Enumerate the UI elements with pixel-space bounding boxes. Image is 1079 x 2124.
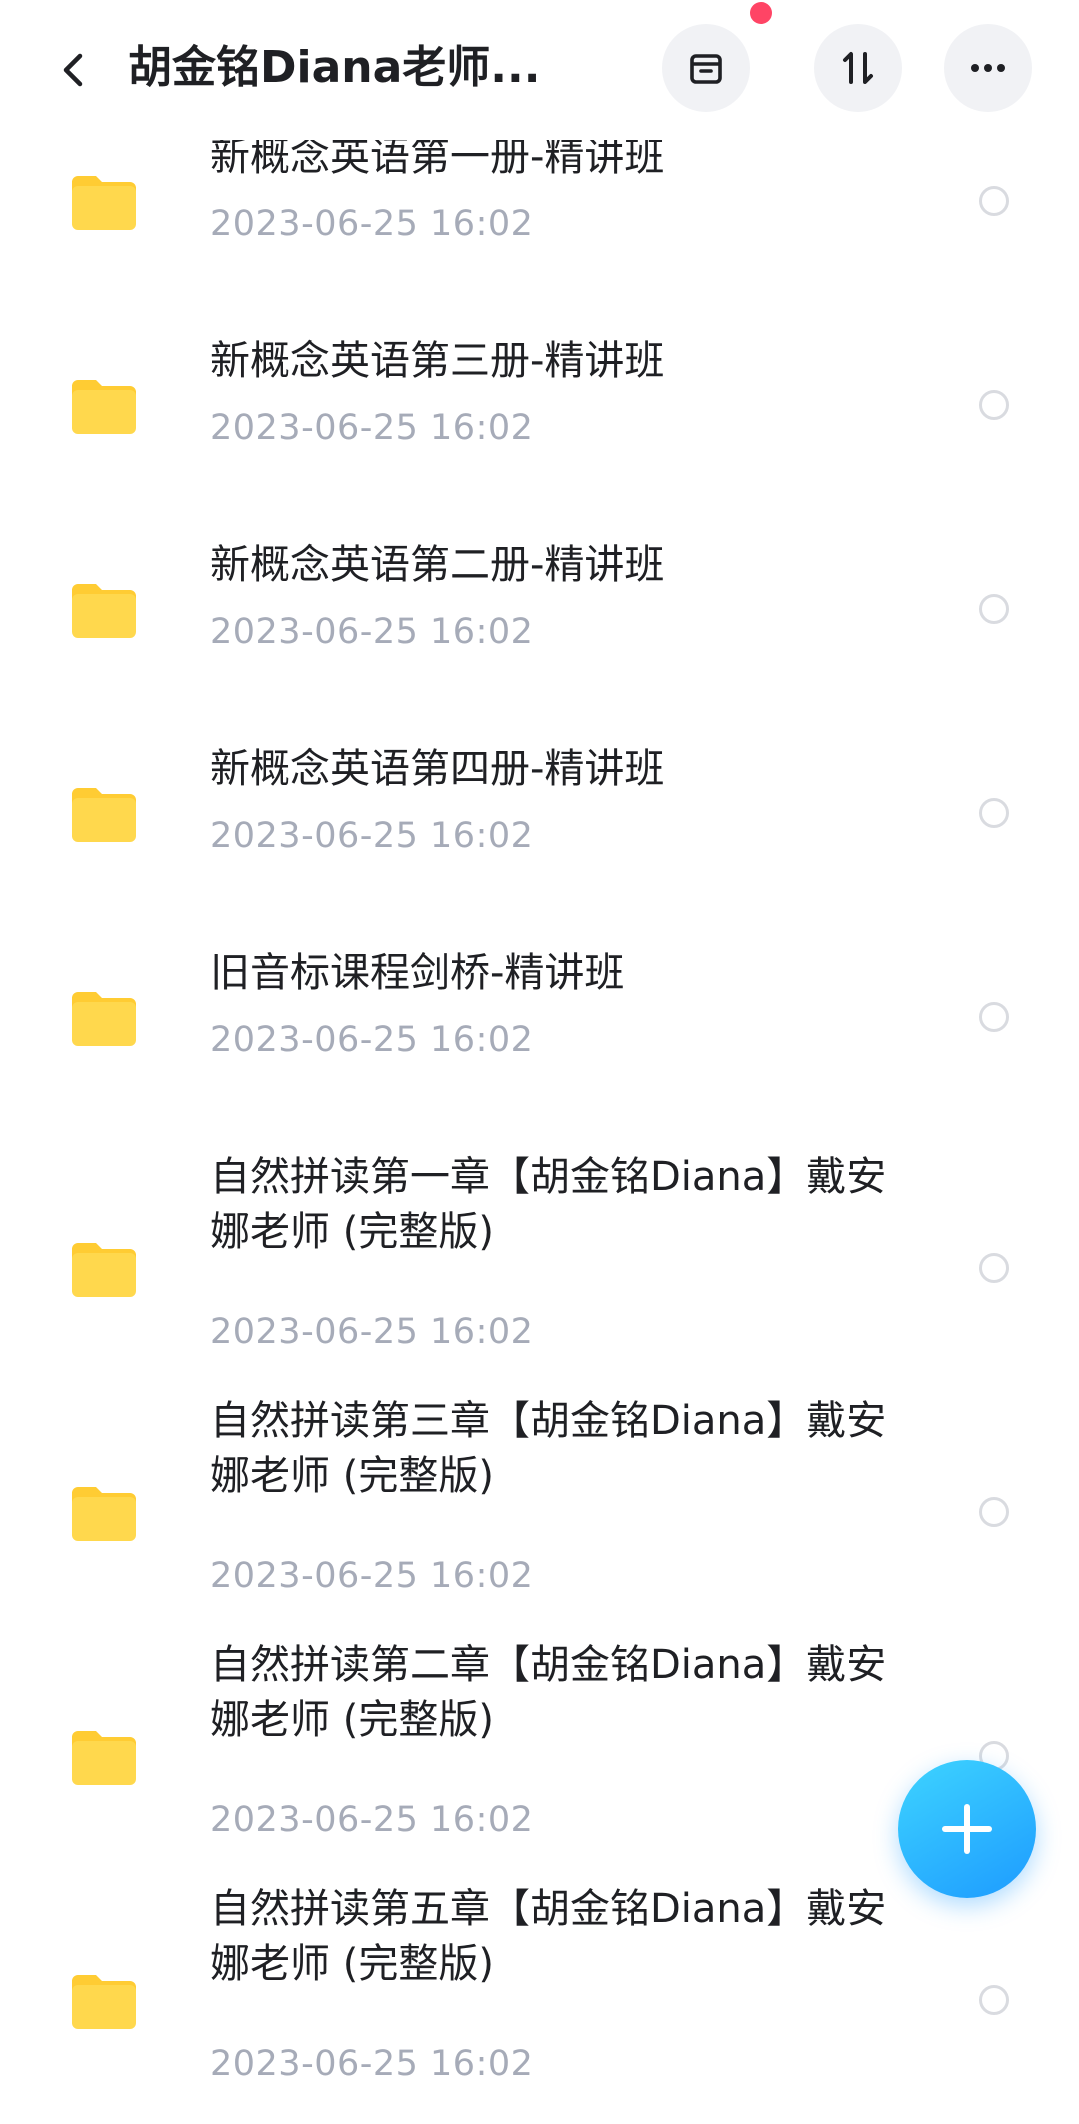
back-button[interactable] — [44, 40, 104, 100]
folder-name-line: 自然拼读第一章【胡金铭Diana】戴安 — [210, 1154, 887, 1200]
folder-name: 自然拼读第五章【胡金铭Diana】戴安 娜老师 (完整版) — [210, 1882, 910, 1992]
folder-icon — [72, 1975, 136, 2029]
select-radio[interactable] — [979, 594, 1009, 624]
archive-box-icon — [690, 54, 722, 84]
folder-icon — [72, 992, 136, 1046]
folder-icon — [72, 584, 136, 638]
folder-date: 2023-06-25 16:02 — [210, 1800, 534, 1840]
select-radio[interactable] — [979, 1985, 1009, 2015]
folder-name-line: 自然拼读第二章【胡金铭Diana】戴安 — [210, 1642, 887, 1688]
folder-name-line: 新概念英语第四册-精讲班 — [210, 746, 665, 792]
folder-name-line: 自然拼读第三章【胡金铭Diana】戴安 — [210, 1398, 887, 1444]
folder-name-line: 娜老师 (完整版) — [210, 1453, 494, 1499]
folder-icon — [72, 1243, 136, 1297]
sort-arrows-icon — [843, 52, 873, 84]
folder-date: 2023-06-25 16:02 — [210, 1312, 534, 1352]
folder-row[interactable]: 新概念英语第四册-精讲班 2023-06-25 16:02 — [0, 740, 1079, 944]
page-title: 胡金铭Diana老师... — [128, 42, 541, 93]
folder-row[interactable]: 自然拼读第一章【胡金铭Diana】戴安 娜老师 (完整版) 2023-06-25 1… — [0, 1148, 1079, 1392]
folder-row[interactable]: 自然拼读第三章【胡金铭Diana】戴安 娜老师 (完整版) 2023-06-25 1… — [0, 1392, 1079, 1636]
notification-dot — [750, 2, 772, 24]
folder-icon — [72, 788, 136, 842]
folder-icon — [72, 380, 136, 434]
folder-name: 自然拼读第二章【胡金铭Diana】戴安 娜老师 (完整版) — [210, 1638, 910, 1748]
folder-date: 2023-06-25 16:02 — [210, 1556, 534, 1596]
folder-name-line: 自然拼读第五章【胡金铭Diana】戴安 — [210, 1886, 887, 1932]
folder-date: 2023-06-25 16:02 — [210, 816, 534, 856]
folder-name-line: 娜老师 (完整版) — [210, 1209, 494, 1255]
folder-name: 自然拼读第一章【胡金铭Diana】戴安 娜老师 (完整版) — [210, 1150, 910, 1260]
folder-row[interactable]: 旧音标课程剑桥-精讲班 2023-06-25 16:02 — [0, 944, 1079, 1148]
more-dots-icon — [971, 64, 1005, 72]
folder-icon — [72, 1731, 136, 1785]
folder-name-line: 娜老师 (完整版) — [210, 1697, 494, 1743]
folder-date: 2023-06-25 16:02 — [210, 204, 534, 244]
folder-name: 旧音标课程剑桥-精讲班 — [210, 946, 910, 1001]
folder-row[interactable]: 新概念英语第三册-精讲班 2023-06-25 16:02 — [0, 332, 1079, 536]
folder-name-line: 旧音标课程剑桥-精讲班 — [210, 950, 625, 996]
folder-date: 2023-06-25 16:02 — [210, 1020, 534, 1060]
select-radio[interactable] — [979, 1497, 1009, 1527]
select-radio[interactable] — [979, 390, 1009, 420]
folder-name-line: 新概念英语第三册-精讲班 — [210, 338, 665, 384]
top-bar: 胡金铭Diana老师... — [0, 0, 1079, 140]
add-button[interactable] — [898, 1760, 1036, 1898]
folder-name-line: 娜老师 (完整版) — [210, 1941, 494, 1987]
folder-icon — [72, 176, 136, 230]
select-radio[interactable] — [979, 186, 1009, 216]
folder-row[interactable]: 新概念英语第一册-精讲班 2023-06-25 16:02 — [0, 128, 1079, 332]
select-radio[interactable] — [979, 798, 1009, 828]
more-button[interactable] — [944, 24, 1032, 112]
folder-name: 新概念英语第二册-精讲班 — [210, 538, 910, 593]
folder-date: 2023-06-25 16:02 — [210, 2044, 534, 2084]
plus-icon — [942, 1804, 992, 1854]
folder-row[interactable]: 新概念英语第二册-精讲班 2023-06-25 16:02 — [0, 536, 1079, 740]
folder-name-line: 新概念英语第二册-精讲班 — [210, 542, 665, 588]
folder-date: 2023-06-25 16:02 — [210, 612, 534, 652]
sort-button[interactable] — [814, 24, 902, 112]
folder-date: 2023-06-25 16:02 — [210, 408, 534, 448]
folder-name: 新概念英语第四册-精讲班 — [210, 742, 910, 797]
folder-name: 新概念英语第三册-精讲班 — [210, 334, 910, 389]
archive-button[interactable] — [662, 24, 750, 112]
select-radio[interactable] — [979, 1002, 1009, 1032]
back-chevron-icon — [63, 53, 83, 87]
select-radio[interactable] — [979, 1253, 1009, 1283]
folder-row[interactable]: 自然拼读第五章【胡金铭Diana】戴安 娜老师 (完整版) 2023-06-25 1… — [0, 1880, 1079, 2124]
folder-name: 自然拼读第三章【胡金铭Diana】戴安 娜老师 (完整版) — [210, 1394, 910, 1504]
folder-icon — [72, 1487, 136, 1541]
